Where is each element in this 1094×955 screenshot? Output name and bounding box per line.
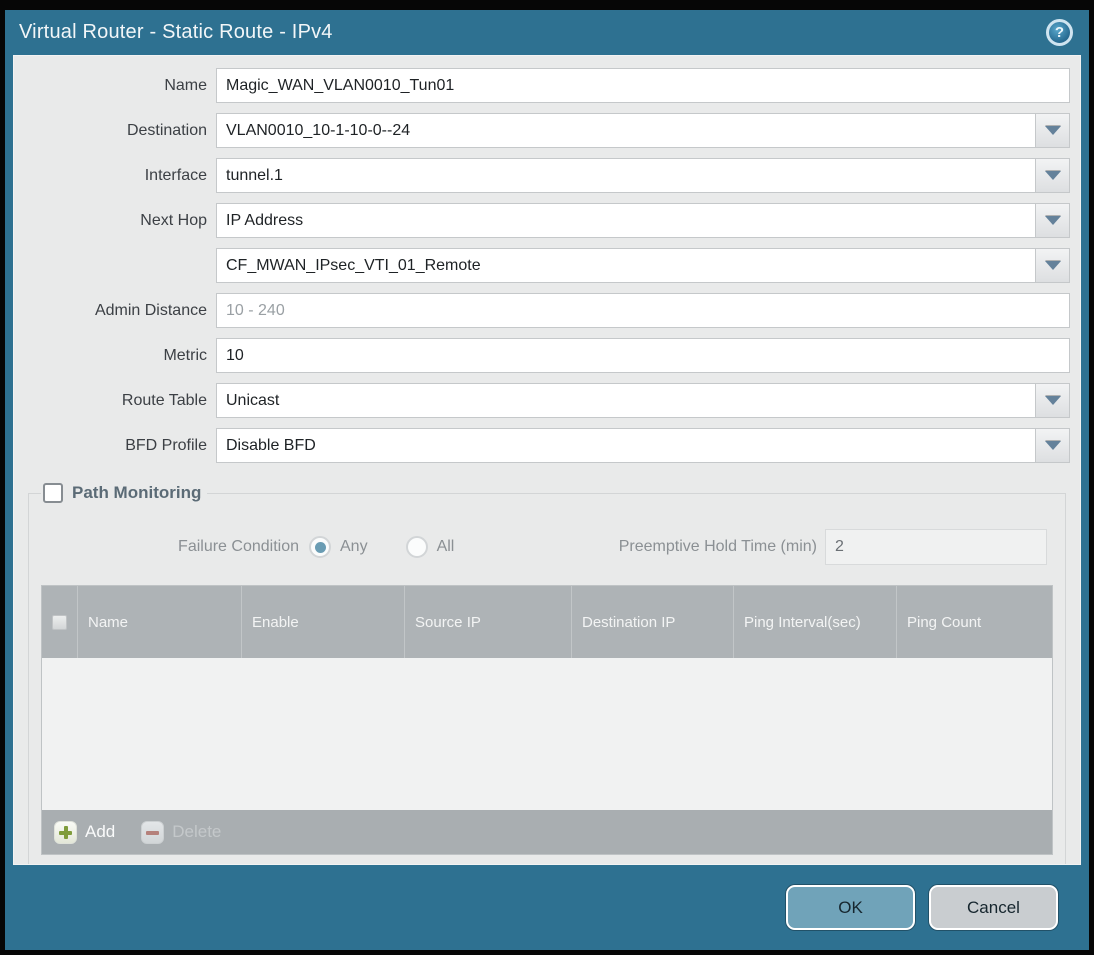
form-row-next-hop-value	[26, 248, 1070, 283]
route-table-input[interactable]	[216, 383, 1036, 418]
delete-button-label: Delete	[172, 822, 222, 841]
interface-input[interactable]	[216, 158, 1036, 193]
form-row-bfd-profile: BFD Profile	[26, 428, 1070, 463]
page-title: Virtual Router - Static Route - IPv4	[19, 21, 333, 43]
path-monitoring-legend: Path Monitoring	[41, 483, 207, 503]
failure-condition-radio-group: Any All	[309, 536, 492, 558]
metric-label: Metric	[163, 346, 207, 364]
chevron-down-icon	[1044, 126, 1061, 135]
column-header-ping-count[interactable]: Ping Count	[897, 586, 1052, 658]
next-hop-label: Next Hop	[140, 211, 207, 229]
next-hop-type-input[interactable]	[216, 203, 1036, 238]
ok-button[interactable]: OK	[786, 885, 915, 930]
bfd-profile-label: BFD Profile	[125, 436, 207, 454]
cancel-button[interactable]: Cancel	[929, 885, 1058, 930]
path-monitoring-title: Path Monitoring	[72, 483, 202, 502]
form-row-route-table: Route Table	[26, 383, 1070, 418]
path-monitoring-checkbox[interactable]	[43, 483, 63, 503]
preemptive-hold-time-input[interactable]	[825, 529, 1047, 565]
admin-distance-input[interactable]	[216, 293, 1070, 328]
chevron-down-icon	[1044, 216, 1061, 225]
destination-dropdown-button[interactable]	[1036, 113, 1070, 148]
form-row-destination: Destination	[26, 113, 1070, 148]
admin-distance-label: Admin Distance	[94, 301, 207, 319]
failure-condition-label: Failure Condition	[178, 538, 299, 555]
column-header-source-ip[interactable]: Source IP	[405, 586, 572, 658]
help-icon-glyph: ?	[1054, 24, 1065, 41]
form-row-metric: Metric	[26, 338, 1070, 373]
minus-icon	[141, 820, 165, 844]
plus-icon	[54, 820, 77, 844]
table-footer: Add Delete	[42, 810, 1052, 854]
form-row-admin-distance: Admin Distance	[26, 293, 1070, 328]
screen: Virtual Router - Static Route - IPv4 ? N…	[0, 0, 1094, 955]
radio-any[interactable]	[309, 536, 331, 558]
route-table-dropdown-button[interactable]	[1036, 383, 1070, 418]
preemptive-hold-time-label: Preemptive Hold Time (min)	[618, 538, 817, 555]
form-row-next-hop: Next Hop	[26, 203, 1070, 238]
chevron-down-icon	[1044, 171, 1061, 180]
interface-dropdown-button[interactable]	[1036, 158, 1070, 193]
radio-all-label: All	[436, 538, 455, 555]
failure-condition-row: Failure Condition Any All Preemptive Hol…	[41, 529, 1047, 565]
delete-button[interactable]: Delete	[141, 820, 222, 844]
select-all-checkbox[interactable]	[52, 614, 67, 630]
static-route-dialog: Virtual Router - Static Route - IPv4 ? N…	[5, 10, 1089, 950]
form-row-name: Name	[26, 68, 1070, 103]
select-all-cell	[42, 586, 78, 658]
dialog-body: Name Destination Interface	[13, 55, 1081, 865]
column-header-enable[interactable]: Enable	[242, 586, 405, 658]
radio-any-label: Any	[340, 538, 368, 555]
next-hop-address-input[interactable]	[216, 248, 1036, 283]
path-monitor-table: Name Enable Source IP Destination IP Pin…	[41, 585, 1053, 855]
name-label: Name	[164, 76, 207, 94]
add-button-label: Add	[85, 822, 116, 841]
radio-all[interactable]	[405, 536, 428, 558]
next-hop-type-dropdown-button[interactable]	[1036, 203, 1070, 238]
table-body-empty	[42, 658, 1052, 810]
interface-label: Interface	[144, 166, 207, 184]
table-header: Name Enable Source IP Destination IP Pin…	[42, 586, 1052, 658]
column-header-ping-interval[interactable]: Ping Interval(sec)	[734, 586, 897, 658]
title-bar: Virtual Router - Static Route - IPv4 ?	[5, 10, 1089, 55]
bfd-profile-input[interactable]	[216, 428, 1036, 463]
bfd-profile-dropdown-button[interactable]	[1036, 428, 1070, 463]
next-hop-address-dropdown-button[interactable]	[1036, 248, 1070, 283]
name-input[interactable]	[216, 68, 1070, 103]
chevron-down-icon	[1044, 441, 1061, 450]
metric-input[interactable]	[216, 338, 1070, 373]
chevron-down-icon	[1044, 261, 1061, 270]
add-button[interactable]: Add	[54, 820, 116, 844]
help-icon[interactable]: ?	[1046, 19, 1073, 46]
route-table-label: Route Table	[121, 391, 207, 409]
dialog-button-bar: OK Cancel	[5, 865, 1089, 950]
form-row-interface: Interface	[26, 158, 1070, 193]
destination-label: Destination	[126, 121, 207, 139]
column-header-destination-ip[interactable]: Destination IP	[572, 586, 734, 658]
chevron-down-icon	[1044, 396, 1061, 405]
path-monitoring-section: Path Monitoring Failure Condition Any Al…	[28, 483, 1066, 864]
destination-input[interactable]	[216, 113, 1036, 148]
column-header-name[interactable]: Name	[78, 586, 242, 658]
radio-selected-dot	[314, 541, 326, 553]
